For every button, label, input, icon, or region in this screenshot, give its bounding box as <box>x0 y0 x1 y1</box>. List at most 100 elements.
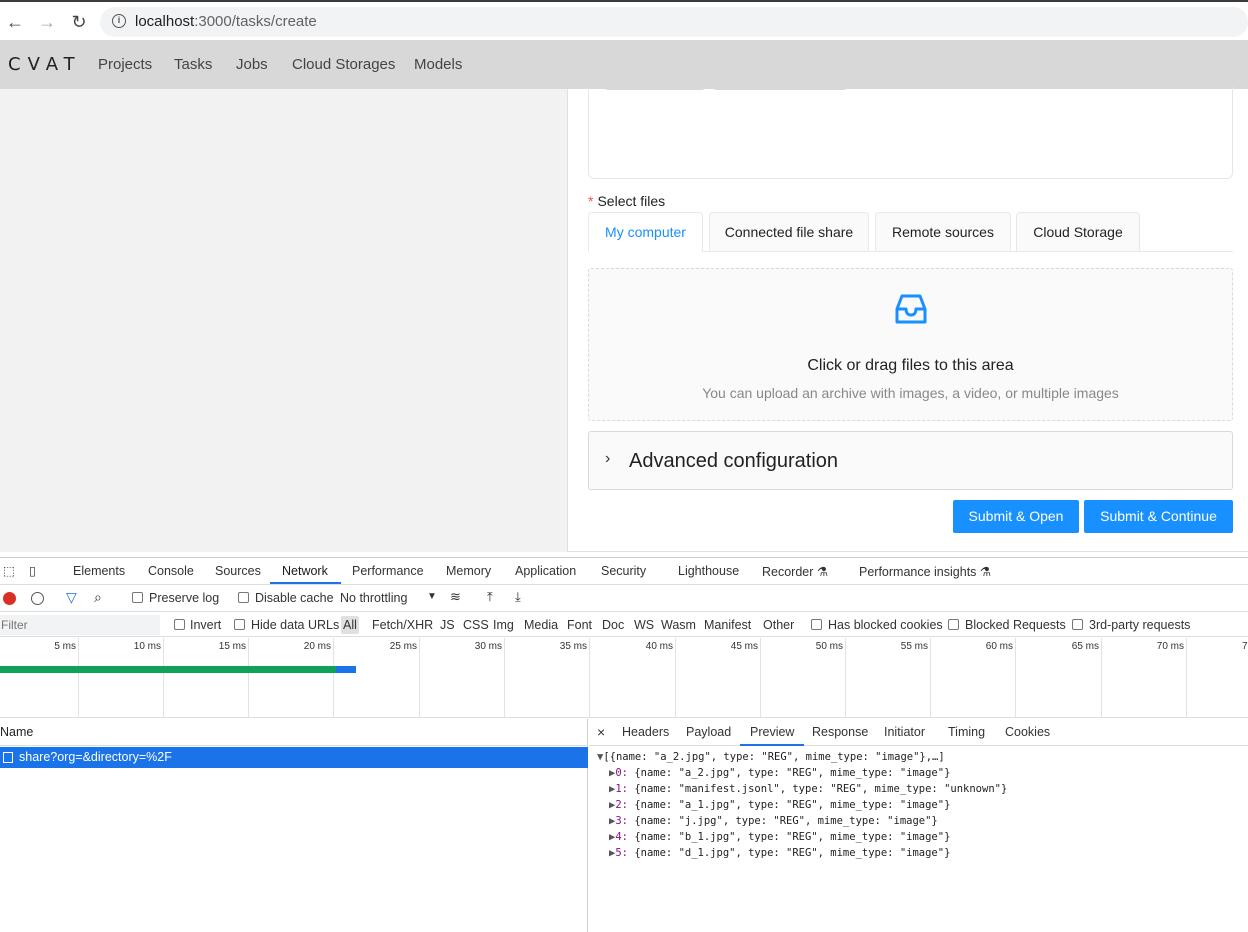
tab-preview[interactable]: Preview <box>750 725 794 739</box>
tab-security[interactable]: Security <box>601 564 646 578</box>
filter-all[interactable]: All <box>343 618 357 632</box>
document-icon <box>3 752 13 763</box>
site-info-icon[interactable]: i <box>112 14 126 28</box>
tab-connected-file-share[interactable]: Connected file share <box>709 212 869 252</box>
preview-item-row[interactable]: ▶0: {name: "a_2.jpg", type: "REG", mime_… <box>609 767 950 783</box>
url-text[interactable]: localhost:3000/tasks/create <box>135 13 317 30</box>
partial-button[interactable] <box>713 85 847 90</box>
timeline-tick-label: 25 ms <box>389 641 417 652</box>
back-arrow-icon[interactable]: ← <box>4 11 26 33</box>
reload-icon[interactable]: ↻ <box>68 11 90 33</box>
invert-label: Invert <box>190 618 222 632</box>
tab-sources[interactable]: Sources <box>215 564 261 578</box>
tab-elements[interactable]: Elements <box>73 564 125 578</box>
file-dropzone[interactable]: Click or drag files to this area You can… <box>588 268 1233 421</box>
tab-network[interactable]: Network <box>282 564 328 578</box>
close-icon[interactable]: × <box>597 724 605 740</box>
upload-har-icon[interactable]: ⤒ <box>487 589 493 605</box>
filter-other[interactable]: Other <box>763 618 794 632</box>
hide-data-urls-checkbox[interactable] <box>234 619 245 630</box>
filter-font[interactable]: Font <box>567 618 592 632</box>
request-waterfall-bar <box>0 666 356 673</box>
submit-continue-button[interactable]: Submit & Continue <box>1084 500 1233 533</box>
timeline-tick-label: 45 ms <box>730 641 758 652</box>
timeline-gridline <box>504 638 505 718</box>
cvat-logo[interactable]: CVAT <box>8 54 82 75</box>
tab-headers[interactable]: Headers <box>622 725 669 739</box>
timeline-tick-label: 65 ms <box>1071 641 1099 652</box>
tab-recorder[interactable]: Recorder ⚗ <box>762 564 828 579</box>
tab-response[interactable]: Response <box>812 725 868 739</box>
search-icon[interactable]: ⌕ <box>94 589 102 606</box>
filter-media[interactable]: Media <box>524 618 558 632</box>
filter-doc[interactable]: Doc <box>602 618 624 632</box>
tab-initiator[interactable]: Initiator <box>884 725 925 739</box>
download-har-icon[interactable]: ⤓ <box>515 589 521 605</box>
filter-input[interactable]: Filter <box>0 615 160 635</box>
preview-item-row[interactable]: ▶1: {name: "manifest.jsonl", type: "REG"… <box>609 783 1007 799</box>
invert-checkbox[interactable] <box>174 619 185 630</box>
nav-projects[interactable]: Projects <box>98 56 152 73</box>
filter-icon[interactable]: ▽ <box>66 589 77 606</box>
nav-tasks[interactable]: Tasks <box>174 56 212 73</box>
request-name: share?org=&directory=%2F <box>19 750 172 764</box>
filter-css[interactable]: CSS <box>463 618 489 632</box>
filter-img[interactable]: Img <box>493 618 514 632</box>
tab-my-computer[interactable]: My computer <box>588 212 703 252</box>
network-timeline[interactable]: 5 ms 10 ms 15 ms 20 ms 25 ms 30 ms 35 ms… <box>0 638 1248 718</box>
tab-lighthouse[interactable]: Lighthouse <box>678 564 739 578</box>
tab-payload[interactable]: Payload <box>686 725 731 739</box>
timeline-gridline <box>675 638 676 718</box>
preserve-log-label: Preserve log <box>149 591 220 605</box>
third-party-checkbox[interactable] <box>1072 619 1083 630</box>
preserve-log-checkbox[interactable] <box>132 592 143 603</box>
filter-js[interactable]: JS <box>440 618 455 632</box>
filter-ws[interactable]: WS <box>634 618 654 632</box>
filter-wasm[interactable]: Wasm <box>661 618 696 632</box>
device-toolbar-icon[interactable]: ▯ <box>29 563 36 578</box>
dropdown-arrow-icon[interactable]: ▼ <box>427 591 437 602</box>
filter-manifest[interactable]: Manifest <box>704 618 751 632</box>
name-column-header[interactable]: Name <box>0 719 588 746</box>
blocked-requests-checkbox[interactable] <box>948 619 959 630</box>
preview-item-row[interactable]: ▶2: {name: "a_1.jpg", type: "REG", mime_… <box>609 799 950 815</box>
tab-application[interactable]: Application <box>515 564 576 578</box>
request-list: Name share?org=&directory=%2F <box>0 719 588 932</box>
filter-fetch-xhr[interactable]: Fetch/XHR <box>372 618 433 632</box>
preview-item-row[interactable]: ▶3: {name: "j.jpg", type: "REG", mime_ty… <box>609 815 938 831</box>
preview-summary-row[interactable]: ▼[{name: "a_2.jpg", type: "REG", mime_ty… <box>597 751 945 767</box>
inspect-element-icon[interactable]: ⬚ <box>3 563 15 578</box>
timeline-gridline <box>845 638 846 718</box>
timeline-tick-label: 5 ms <box>54 641 76 652</box>
upper-form-box <box>588 85 1233 179</box>
nav-models[interactable]: Models <box>414 56 462 73</box>
tab-cookies[interactable]: Cookies <box>1005 725 1050 739</box>
tab-remote-sources[interactable]: Remote sources <box>875 212 1011 252</box>
request-row[interactable]: share?org=&directory=%2F <box>0 747 588 768</box>
hide-data-urls-label: Hide data URLs <box>251 618 340 632</box>
timeline-tick-label: 30 ms <box>474 641 502 652</box>
advanced-configuration-panel[interactable]: › Advanced configuration <box>588 431 1233 490</box>
tab-cloud-storage[interactable]: Cloud Storage <box>1016 212 1140 252</box>
tab-performance-insights[interactable]: Performance insights ⚗ <box>859 564 991 579</box>
create-task-form: * Select files My computer Connected file… <box>567 85 1248 552</box>
tab-timing[interactable]: Timing <box>948 725 985 739</box>
forward-arrow-icon[interactable]: → <box>36 11 58 33</box>
nav-cloud-storages[interactable]: Cloud Storages <box>292 56 395 73</box>
network-conditions-icon[interactable]: ≋ <box>450 589 461 605</box>
record-icon[interactable] <box>3 592 16 605</box>
throttling-select[interactable]: No throttling <box>340 591 407 605</box>
disable-cache-checkbox[interactable] <box>238 592 249 603</box>
tab-performance[interactable]: Performance <box>352 564 424 578</box>
nav-jobs[interactable]: Jobs <box>236 56 268 73</box>
submit-open-button[interactable]: Submit & Open <box>953 500 1079 533</box>
has-blocked-cookies-checkbox[interactable] <box>811 619 822 630</box>
timeline-tick-label: 20 ms <box>303 641 331 652</box>
address-bar[interactable]: i localhost:3000/tasks/create <box>100 7 1248 37</box>
preview-item-row[interactable]: ▶4: {name: "b_1.jpg", type: "REG", mime_… <box>609 831 950 847</box>
tab-console[interactable]: Console <box>148 564 194 578</box>
preview-item-row[interactable]: ▶5: {name: "d_1.jpg", type: "REG", mime_… <box>609 847 950 863</box>
clear-icon[interactable] <box>31 592 44 605</box>
partial-button[interactable] <box>605 85 705 90</box>
tab-memory[interactable]: Memory <box>446 564 491 578</box>
